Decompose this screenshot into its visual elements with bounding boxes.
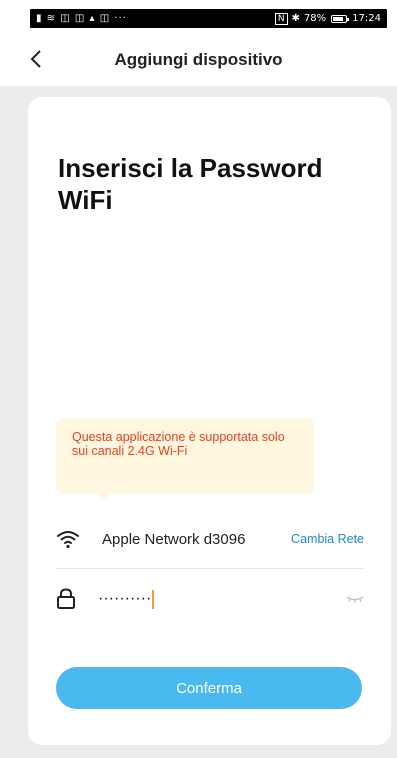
battery-icon [331,14,350,23]
network-name: Apple Network d3096 [102,530,246,548]
text-caret [152,589,155,609]
password-row: ·········· [56,581,364,617]
back-button[interactable] [22,45,50,73]
network-row: Apple Network d3096 Cambia Rete [56,519,364,559]
status-bar: ⁠▮ ≋ ◫ ◫ ▴ ◫ ··· N ✱ 78% 17:24 [0,0,397,34]
nfc-icon: N [274,12,288,25]
eye-closed-icon[interactable] [346,594,364,604]
tooltip-text: Questa applicazione è supportata solo su… [72,430,285,458]
tooltip-arrow [96,493,110,500]
divider [56,568,364,569]
lock-icon [57,588,75,609]
password-value: ·········· [98,590,152,607]
band-warning-tooltip: Questa applicazione è supportata solo su… [56,419,314,500]
status-icons-right: N ✱ 78% 17:24 [274,12,381,25]
wifi-password-card: Inserisci la Password WiFi Questa applic… [28,97,391,745]
wifi-icon [57,531,79,549]
page-title: Inserisci la Password WiFi [58,153,323,215]
bluetooth-icon: ✱ [291,13,300,24]
confirm-button[interactable]: Conferma [56,667,362,709]
header-title: Aggiungi dispositivo [114,50,283,69]
clock: 17:24 [352,13,381,24]
app-header: Aggiungi dispositivo [0,34,397,86]
status-icons-left: ⁠▮ ≋ ◫ ◫ ▴ ◫ ··· [36,13,127,24]
status-bar-content: ⁠▮ ≋ ◫ ◫ ▴ ◫ ··· N ✱ 78% 17:24 [30,9,387,28]
chevron-left-icon [30,50,41,68]
password-input[interactable]: ·········· [98,585,346,613]
change-network-link[interactable]: Cambia Rete [291,532,364,546]
battery-percent: 78% [303,13,327,24]
